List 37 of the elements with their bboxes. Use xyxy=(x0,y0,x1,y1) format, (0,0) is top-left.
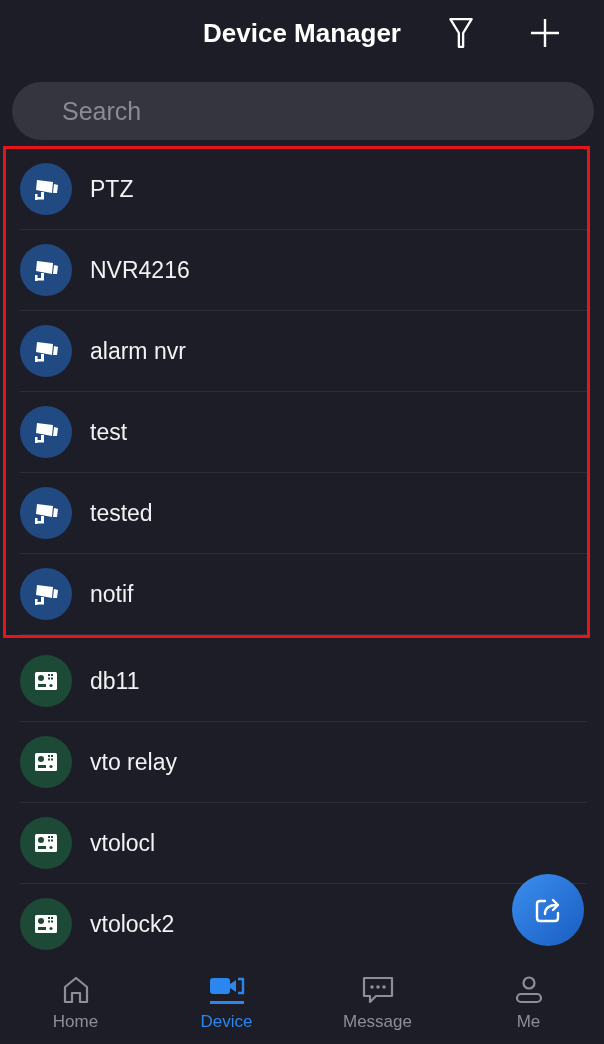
search-field[interactable]: Search xyxy=(12,82,594,140)
device-name: test xyxy=(90,418,128,446)
intercom-icon xyxy=(20,736,72,788)
tab[interactable]: Message xyxy=(302,962,453,1044)
device-name: db11 xyxy=(90,667,140,695)
tab[interactable]: Device xyxy=(151,962,302,1044)
chat-icon xyxy=(360,974,395,1006)
screen-title: Device Manager xyxy=(203,17,401,49)
add-icon[interactable] xyxy=(530,18,560,48)
camera-icon xyxy=(20,244,72,296)
tab[interactable]: Home xyxy=(0,962,151,1044)
device-name: PTZ xyxy=(90,175,134,203)
device-name: notif xyxy=(90,580,134,608)
device-item[interactable]: tested xyxy=(20,473,587,554)
intercom-icon xyxy=(20,655,72,707)
device-item[interactable]: PTZ xyxy=(20,149,587,230)
filter-icon[interactable] xyxy=(448,16,474,50)
device-item[interactable]: alarm nvr xyxy=(20,311,587,392)
camera-icon xyxy=(20,325,72,377)
device-name: NVR4216 xyxy=(90,256,190,284)
intercom-icon xyxy=(20,898,72,950)
intercom-icon xyxy=(20,817,72,869)
camera-icon xyxy=(20,487,72,539)
device-name: alarm nvr xyxy=(90,337,186,365)
device-name: tested xyxy=(90,499,153,527)
device-item[interactable]: notif xyxy=(20,554,587,635)
camera-icon xyxy=(20,568,72,620)
tab[interactable]: Me xyxy=(453,962,604,1044)
device-item[interactable]: test xyxy=(20,392,587,473)
device-item[interactable]: db11 xyxy=(20,641,587,722)
device-name: vto relay xyxy=(90,748,177,776)
camera-icon xyxy=(20,406,72,458)
device-name: vtolock2 xyxy=(90,910,175,938)
device-item[interactable]: vto relay xyxy=(20,722,587,803)
device-item[interactable]: NVR4216 xyxy=(20,230,587,311)
device-name: vtolocl xyxy=(90,829,156,857)
camera-icon xyxy=(20,163,72,215)
